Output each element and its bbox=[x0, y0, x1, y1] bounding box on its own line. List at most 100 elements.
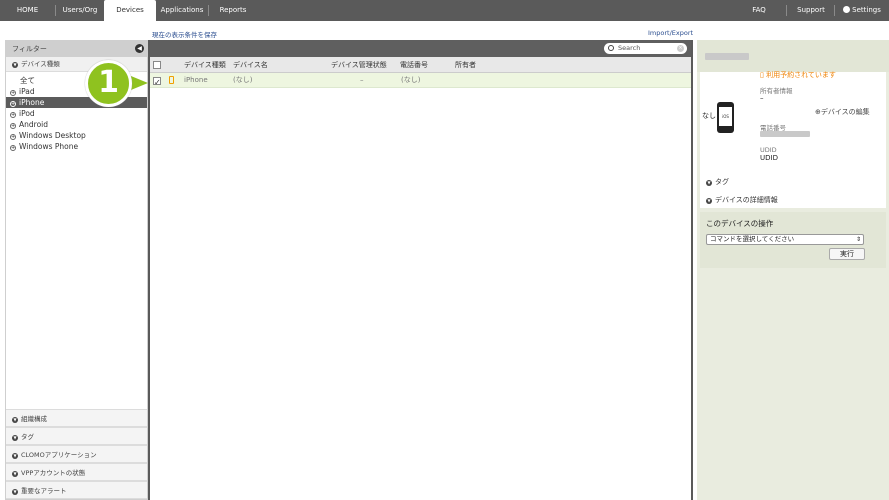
filter-sidebar: フィルター ◀ ▼ デバイス種類 全て + iPad + iPhone + iPod +… bbox=[5, 40, 148, 500]
operations-title: このデバイスの操作 bbox=[706, 219, 774, 228]
section-label: 重要なアラート bbox=[21, 487, 67, 495]
section-alerts[interactable]: ▼ 重要なアラート bbox=[6, 481, 147, 499]
iphone-device-icon: iOS bbox=[717, 102, 734, 133]
chevron-down-icon: ▼ bbox=[12, 62, 18, 68]
device-type-label: Windows Desktop bbox=[19, 131, 86, 140]
device-type-label: iPod bbox=[19, 109, 35, 118]
edit-device-label: デバイスの編集 bbox=[820, 108, 870, 116]
phone-icon bbox=[169, 76, 174, 84]
chevron-down-icon: ▼ bbox=[706, 198, 712, 204]
row-checkbox[interactable] bbox=[153, 75, 161, 90]
search-icon bbox=[608, 45, 614, 51]
header-mgmt-status[interactable]: デバイス管理状態 bbox=[331, 57, 387, 73]
udid-label: UDID bbox=[760, 146, 777, 154]
table-row[interactable]: iPhone (なし) – (なし) bbox=[150, 73, 691, 90]
owner-label: 所有者情報 bbox=[760, 87, 793, 95]
plus-icon: + bbox=[10, 112, 16, 118]
device-type-label: Android bbox=[19, 120, 48, 129]
gear-icon bbox=[843, 6, 851, 13]
plus-icon: + bbox=[10, 134, 16, 140]
chevron-down-icon: ▼ bbox=[12, 435, 18, 441]
device-operations: このデバイスの操作 コマンドを選択してください ⇕ 実行 bbox=[700, 212, 886, 268]
section-clomo-apps[interactable]: ▼ CLOMOアプリケーション bbox=[6, 445, 147, 463]
chevron-down-icon: ▼ bbox=[12, 453, 18, 459]
detail-header bbox=[697, 40, 889, 72]
command-select[interactable]: コマンドを選択してください ⇕ bbox=[706, 234, 864, 245]
step-badge: 1 bbox=[85, 60, 132, 107]
nav-users-org[interactable]: Users/Org bbox=[56, 0, 104, 21]
chevron-down-icon: ▼ bbox=[12, 471, 18, 477]
header-owner[interactable]: 所有者 bbox=[455, 57, 476, 73]
device-type-label: iPhone bbox=[19, 98, 45, 107]
device-type-label: iPad bbox=[19, 87, 35, 96]
table-toolbar: Search × bbox=[150, 40, 691, 57]
section-vpp-status[interactable]: ▼ VPPアカウントの状態 bbox=[6, 463, 147, 481]
device-type-windows-desktop[interactable]: + Windows Desktop bbox=[6, 130, 147, 141]
redacted-device-name bbox=[705, 53, 749, 60]
header-phone[interactable]: 電話番号 bbox=[400, 57, 428, 73]
section-label: デバイスの詳細情報 bbox=[715, 196, 778, 204]
nav-settings-label: Settings bbox=[852, 6, 881, 14]
nav-home[interactable]: HOME bbox=[0, 0, 55, 21]
select-all-checkbox[interactable] bbox=[153, 61, 161, 69]
plus-icon: + bbox=[10, 90, 16, 96]
nav-support[interactable]: Support bbox=[790, 0, 832, 21]
header-device-type[interactable]: デバイス種類 bbox=[184, 57, 226, 73]
top-nav: HOME Users/Org Devices Applications Repo… bbox=[0, 0, 889, 22]
section-label: タグ bbox=[21, 433, 34, 441]
section-tags[interactable]: ▼ タグ bbox=[6, 427, 147, 445]
search-placeholder: Search bbox=[618, 44, 641, 52]
nav-separator bbox=[786, 5, 787, 16]
device-name-value: なし bbox=[702, 112, 716, 120]
udid-value: UDID bbox=[760, 154, 778, 162]
device-type-label: Windows Phone bbox=[19, 142, 79, 151]
redacted-phone-number bbox=[760, 131, 810, 137]
nav-settings[interactable]: Settings bbox=[838, 0, 886, 21]
chevron-down-icon: ▼ bbox=[12, 489, 18, 495]
clear-icon[interactable]: × bbox=[677, 45, 684, 52]
device-type-android[interactable]: + Android bbox=[6, 119, 147, 130]
table-header: デバイス種類 デバイス名 デバイス管理状態 電話番号 所有者 bbox=[150, 57, 691, 73]
chevron-down-icon: ▼ bbox=[706, 180, 712, 186]
nav-reports[interactable]: Reports bbox=[209, 0, 257, 21]
section-organization[interactable]: ▼ 組織構成 bbox=[6, 409, 147, 427]
nav-faq[interactable]: FAQ bbox=[740, 0, 778, 21]
run-button[interactable]: 実行 bbox=[829, 248, 865, 260]
nav-separator bbox=[834, 5, 835, 16]
filter-header: フィルター ◀ bbox=[6, 41, 147, 57]
device-type-ipod[interactable]: + iPod bbox=[6, 108, 147, 119]
nav-devices[interactable]: Devices bbox=[104, 0, 156, 22]
filter-title: フィルター bbox=[12, 45, 47, 53]
collapse-icon[interactable]: ◀ bbox=[135, 44, 144, 53]
section-label: タグ bbox=[715, 178, 729, 186]
section-label: CLOMOアプリケーション bbox=[21, 451, 97, 459]
cell-mgmt-status: – bbox=[360, 76, 364, 84]
save-view-link[interactable]: 現在の表示条件を保存 bbox=[152, 29, 217, 39]
chevron-updown-icon: ⇕ bbox=[855, 236, 861, 243]
filter-bottom-sections: ▼ 組織構成 ▼ タグ ▼ CLOMOアプリケーション ▼ VPPアカウントの状態 ▼ 重… bbox=[6, 409, 147, 499]
device-detail-panel: iOS ▯ 利用予約されています 所有者情報 – ⊕デバイスの編集 なし 電話番… bbox=[697, 40, 889, 500]
plus-icon: + bbox=[10, 145, 16, 151]
reservation-status: ▯ 利用予約されています bbox=[760, 71, 836, 79]
cell-device-name: (なし) bbox=[233, 76, 253, 84]
owner-value: – bbox=[760, 94, 764, 102]
cell-device-type: iPhone bbox=[184, 76, 208, 84]
device-type-windows-phone[interactable]: + Windows Phone bbox=[6, 141, 147, 152]
plus-icon: + bbox=[10, 101, 16, 107]
section-label: 組織構成 bbox=[21, 415, 47, 423]
nav-applications[interactable]: Applications bbox=[156, 0, 208, 21]
section-label: VPPアカウントの状態 bbox=[21, 469, 86, 477]
command-select-value: コマンドを選択してください bbox=[710, 235, 795, 243]
device-type-section-label: デバイス種類 bbox=[21, 60, 60, 68]
detail-section-details[interactable]: ▼ デバイスの詳細情報 bbox=[700, 193, 886, 208]
header-device-name[interactable]: デバイス名 bbox=[233, 57, 268, 73]
import-export-link[interactable]: Import/Export bbox=[648, 29, 693, 37]
search-input[interactable]: Search × bbox=[604, 43, 687, 54]
chevron-down-icon: ▼ bbox=[12, 417, 18, 423]
cell-phone: (なし) bbox=[401, 76, 421, 84]
reservation-status-label: 利用予約されています bbox=[766, 71, 836, 79]
edit-device-link[interactable]: ⊕デバイスの編集 bbox=[815, 107, 870, 117]
device-table-panel: Search × デバイス種類 デバイス名 デバイス管理状態 電話番号 所有者 … bbox=[148, 40, 693, 500]
plus-icon: + bbox=[10, 123, 16, 129]
detail-section-tags[interactable]: ▼ タグ bbox=[700, 175, 886, 190]
